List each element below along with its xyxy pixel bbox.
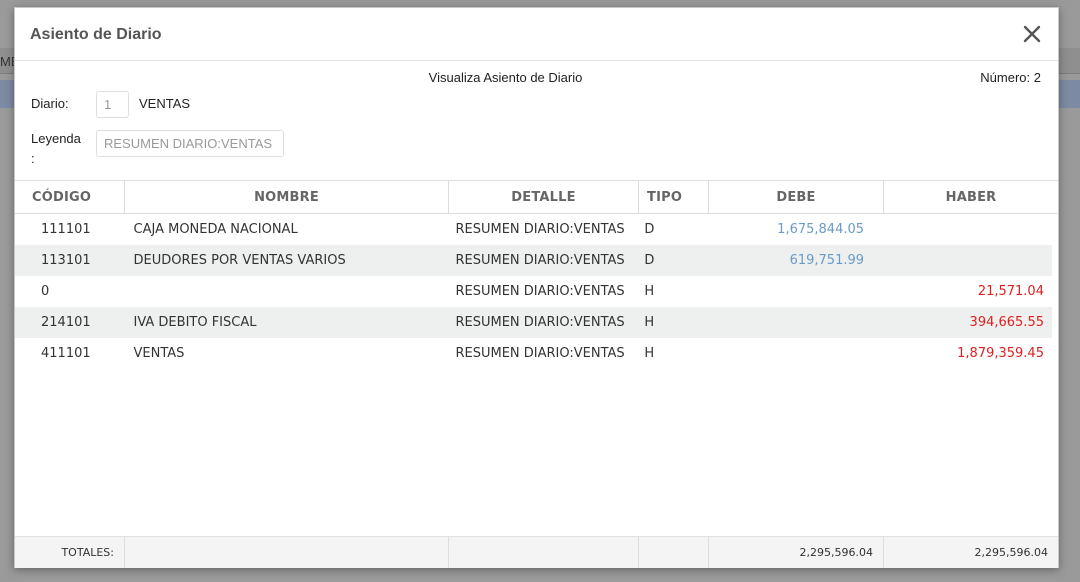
column-header-codigo[interactable]: CÓDIGO — [15, 181, 125, 213]
cell-detalle: RESUMEN DIARIO:VENTAS — [455, 253, 625, 268]
cell-nombre: IVA DEBITO FISCAL — [133, 315, 257, 330]
journal-entry-dialog: Asiento de Diario Visualiza Asiento de D… — [14, 7, 1059, 568]
cell-codigo: 411101 — [41, 346, 91, 361]
table-row[interactable]: 0 RESUMEN DIARIO:VENTAS H 21,571.04 — [15, 276, 1052, 307]
leyenda-label: Leyenda — [31, 131, 81, 146]
totals-debe: 2,295,596.04 — [709, 537, 884, 568]
cell-tipo: H — [644, 284, 655, 299]
diario-input[interactable]: 1 — [96, 91, 129, 118]
diario-field-row: Diario: 1 VENTAS — [15, 87, 1058, 127]
cell-haber: 21,571.04 — [977, 284, 1044, 299]
totals-empty-detalle — [449, 537, 639, 568]
totals-haber: 2,295,596.04 — [974, 546, 1048, 559]
cell-tipo: H — [644, 346, 655, 361]
dialog-header: Asiento de Diario — [15, 8, 1058, 61]
dialog-title: Asiento de Diario — [30, 26, 162, 43]
table-row[interactable]: 411101 VENTAS RESUMEN DIARIO:VENTAS H 1,… — [15, 338, 1052, 369]
entry-number: Número: 2 — [980, 70, 1041, 85]
cell-nombre: DEUDORES POR VENTAS VARIOS — [133, 253, 346, 268]
cell-detalle: RESUMEN DIARIO:VENTAS — [455, 284, 625, 299]
column-header-debe[interactable]: DEBE — [709, 181, 884, 213]
cell-tipo: D — [644, 222, 655, 237]
cell-detalle: RESUMEN DIARIO:VENTAS — [455, 346, 625, 361]
column-header-tipo[interactable]: TIPO — [639, 181, 709, 213]
column-header-detalle[interactable]: DETALLE — [449, 181, 639, 213]
table-body: 111101 CAJA MONEDA NACIONAL RESUMEN DIAR… — [15, 214, 1058, 536]
cell-haber: 394,665.55 — [969, 315, 1044, 330]
cell-nombre: VENTAS — [133, 346, 185, 361]
cell-codigo: 214101 — [41, 315, 91, 330]
cell-debe: 1,675,844.05 — [777, 222, 865, 237]
close-button[interactable] — [1022, 22, 1042, 46]
cell-tipo: D — [644, 253, 655, 268]
column-header-haber[interactable]: HABER — [884, 181, 1058, 213]
dialog-subtitle: Visualiza Asiento de Diario — [428, 70, 583, 85]
leyenda-field-row: Leyenda : RESUMEN DIARIO:VENTAS — [15, 127, 1058, 179]
close-icon — [1023, 25, 1041, 43]
cell-codigo: 0 — [41, 284, 50, 299]
cell-nombre: CAJA MONEDA NACIONAL — [133, 222, 298, 237]
cell-haber: 1,879,359.45 — [957, 346, 1044, 361]
table-footer-totals: TOTALES: 2,295,596.04 2,295,596.04 — [15, 536, 1058, 568]
totals-label: TOTALES: — [15, 537, 125, 568]
diario-name: VENTAS — [139, 96, 191, 111]
dialog-meta: Visualiza Asiento de Diario Número: 2 — [15, 61, 1058, 87]
journal-lines-table: CÓDIGO NOMBRE DETALLE TIPO DEBE HABER 11… — [15, 180, 1058, 568]
diario-label: Diario: — [31, 96, 69, 111]
table-row[interactable]: 113101 DEUDORES POR VENTAS VARIOS RESUME… — [15, 245, 1052, 276]
cell-codigo: 111101 — [41, 222, 91, 237]
cell-codigo: 113101 — [41, 253, 91, 268]
leyenda-label-colon: : — [31, 151, 35, 166]
cell-debe: 619,751.99 — [789, 253, 865, 268]
totals-empty-nombre — [125, 537, 449, 568]
cell-detalle: RESUMEN DIARIO:VENTAS — [455, 315, 625, 330]
leyenda-input[interactable]: RESUMEN DIARIO:VENTAS — [96, 130, 284, 157]
table-row[interactable]: 111101 CAJA MONEDA NACIONAL RESUMEN DIAR… — [15, 214, 1052, 245]
table-row[interactable]: 214101 IVA DEBITO FISCAL RESUMEN DIARIO:… — [15, 307, 1052, 338]
column-header-nombre[interactable]: NOMBRE — [125, 181, 449, 213]
totals-empty-tipo — [639, 537, 709, 568]
cell-tipo: H — [644, 315, 655, 330]
table-header: CÓDIGO NOMBRE DETALLE TIPO DEBE HABER — [15, 181, 1058, 214]
cell-detalle: RESUMEN DIARIO:VENTAS — [455, 222, 625, 237]
